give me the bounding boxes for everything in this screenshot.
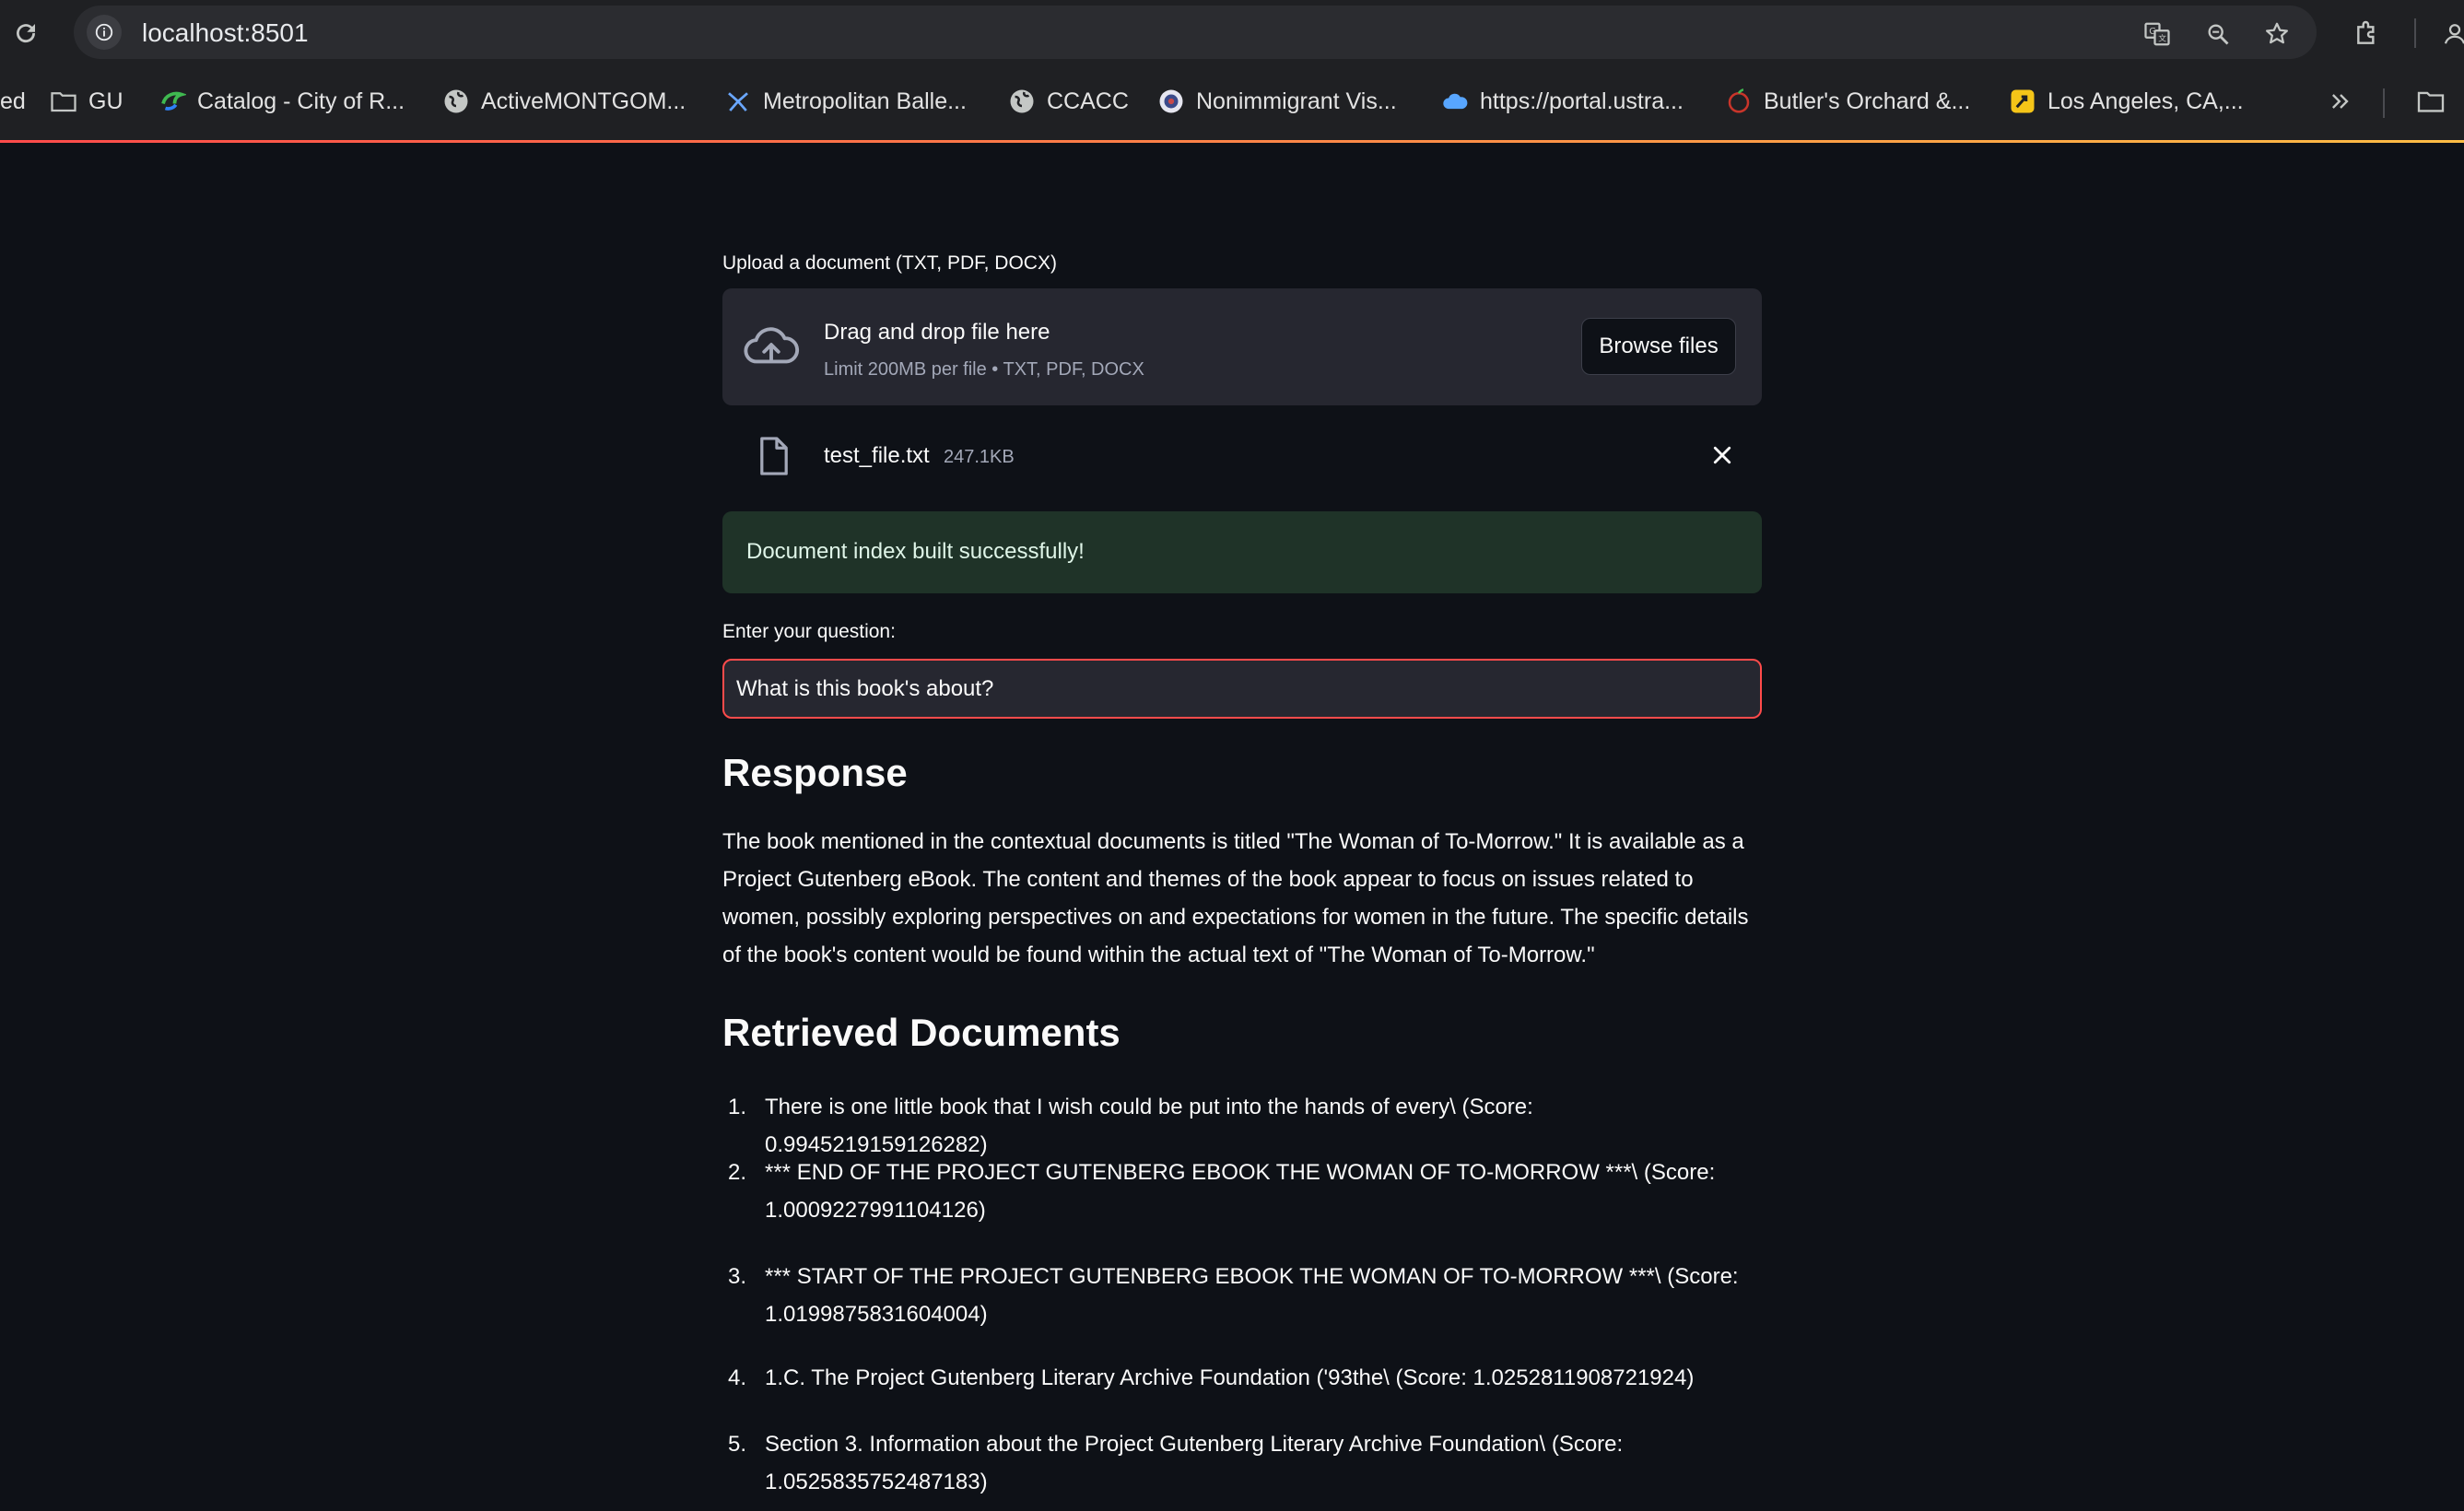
cloud-upload-icon: [744, 327, 800, 364]
app-header-decoration: [0, 140, 2464, 143]
site-info-icon[interactable]: [87, 15, 122, 50]
list-item-number: 1.: [728, 1095, 747, 1119]
dropzone-title: Drag and drop file here: [824, 320, 1050, 345]
success-alert: Document index built successfully!: [722, 511, 1762, 593]
file-name: test_file.txt: [824, 443, 930, 468]
uploaded-file-row: test_file.txt 247.1KB: [722, 428, 1762, 493]
cloud-icon: [1441, 88, 1469, 115]
question-input[interactable]: [722, 659, 1762, 719]
question-label: Enter your question:: [722, 621, 896, 642]
folder-icon: [50, 88, 77, 115]
list-item-number: 4.: [728, 1365, 747, 1390]
bookmark-label: Nonimmigrant Vis...: [1196, 88, 1397, 114]
bookmark-item[interactable]: https://portal.ustra...: [1441, 83, 1684, 120]
success-message: Document index built successfully!: [746, 539, 1085, 564]
extensions-icon[interactable]: [2352, 17, 2385, 50]
seal-icon: [1157, 88, 1185, 115]
other-bookmarks-folder-icon[interactable]: [2416, 83, 2446, 120]
bookmark-item[interactable]: CCACC: [1008, 83, 1129, 120]
list-item-text: There is one little book that I wish cou…: [765, 1095, 1533, 1157]
catalog-icon: [158, 88, 186, 115]
retrieved-heading: Retrieved Documents: [722, 1011, 1121, 1054]
zoom-icon[interactable]: [2202, 18, 2234, 50]
bookmark-label: Metropolitan Balle...: [763, 88, 967, 114]
bookmark-item[interactable]: Metropolitan Balle...: [724, 83, 967, 120]
bookmark-label: CCACC: [1047, 88, 1129, 114]
orchard-icon: [1725, 88, 1753, 115]
list-item-text: 1.C. The Project Gutenberg Literary Arch…: [765, 1365, 1695, 1390]
list-item-text: Section 3. Information about the Project…: [765, 1432, 1624, 1494]
file-icon: [760, 437, 788, 475]
bookmark-label: Los Angeles, CA,...: [2047, 88, 2244, 114]
list-item-number: 3.: [728, 1264, 747, 1289]
browser-toolbar: localhost:8501 G文: [0, 0, 2464, 64]
bookmark-item[interactable]: ActiveMONTGOM...: [442, 83, 686, 120]
file-dropzone[interactable]: Drag and drop file here Limit 200MB per …: [722, 288, 1762, 405]
list-item-text: *** END OF THE PROJECT GUTENBERG EBOOK T…: [765, 1160, 1716, 1223]
svg-text:文: 文: [2158, 33, 2166, 44]
bookmark-label: GU: [88, 88, 123, 114]
globe-icon: [1008, 88, 1036, 115]
bookmarks-bar: ed GU Catalog - City of R... ActiveMONTG…: [0, 64, 2464, 140]
bookmark-item[interactable]: Los Angeles, CA,...: [2009, 83, 2244, 120]
reload-icon[interactable]: [9, 17, 42, 50]
ballet-icon: [724, 88, 752, 115]
file-size: 247.1KB: [944, 447, 1015, 467]
browse-files-button[interactable]: Browse files: [1581, 318, 1736, 375]
list-item-text: *** START OF THE PROJECT GUTENBERG EBOOK…: [765, 1264, 1739, 1327]
la-icon: [2009, 88, 2036, 115]
bookmark-item[interactable]: Nonimmigrant Vis...: [1157, 83, 1397, 120]
response-heading: Response: [722, 751, 908, 794]
uploader-label: Upload a document (TXT, PDF, DOCX): [722, 252, 1057, 274]
dropzone-limit: Limit 200MB per file • TXT, PDF, DOCX: [824, 359, 1144, 380]
bookmark-star-icon[interactable]: [2261, 18, 2293, 50]
url-text[interactable]: localhost:8501: [142, 18, 309, 48]
more-bookmarks-icon[interactable]: [2328, 83, 2353, 120]
bookmark-item[interactable]: ed: [0, 83, 26, 120]
list-item-number: 2.: [728, 1160, 747, 1185]
bookmark-item[interactable]: Butler's Orchard &...: [1725, 83, 1970, 120]
remove-file-icon[interactable]: [1708, 441, 1736, 469]
translate-icon[interactable]: G文: [2141, 18, 2173, 50]
bookmark-folder-gu[interactable]: GU: [50, 83, 123, 120]
bookmark-label: ActiveMONTGOM...: [481, 88, 686, 114]
bookmarks-divider: [2383, 88, 2385, 118]
bookmark-item[interactable]: Catalog - City of R...: [158, 83, 405, 120]
bookmark-label: Catalog - City of R...: [197, 88, 405, 114]
bookmark-label: ed: [0, 88, 26, 114]
toolbar-divider: [2414, 18, 2416, 48]
profile-icon[interactable]: [2438, 17, 2464, 50]
bookmark-label: https://portal.ustra...: [1480, 88, 1684, 114]
address-bar[interactable]: localhost:8501 G文: [74, 6, 2317, 59]
bookmark-label: Butler's Orchard &...: [1764, 88, 1971, 114]
globe-icon: [442, 88, 470, 115]
list-item-number: 5.: [728, 1432, 747, 1457]
response-text: The book mentioned in the contextual doc…: [722, 829, 1749, 967]
